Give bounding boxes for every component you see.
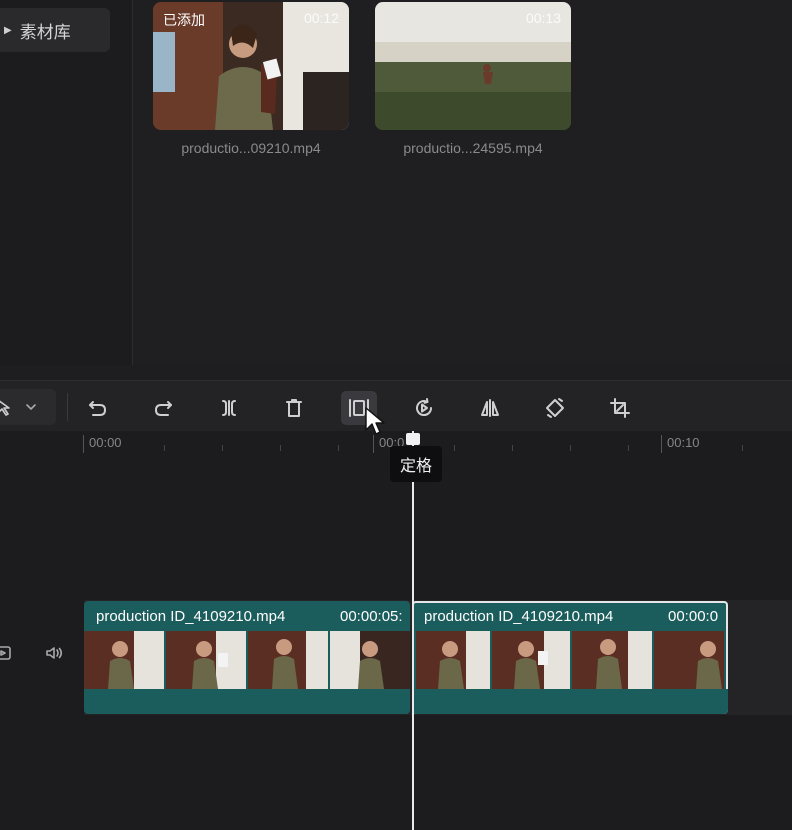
undo-icon <box>89 401 106 416</box>
freeze-frame-tooltip: 定格 <box>390 446 443 482</box>
media-filename: productio...09210.mp4 <box>181 140 321 156</box>
timeline-toolbar <box>0 380 792 431</box>
ruler-tick <box>280 445 281 451</box>
mouse-cursor-icon <box>364 406 386 441</box>
redo-button[interactable] <box>145 391 181 425</box>
track-cover-button[interactable] <box>0 643 14 663</box>
ruler-label: 00:10 <box>667 435 700 450</box>
ruler-tick <box>164 445 165 451</box>
clip-frames <box>412 631 728 689</box>
mirror-icon <box>481 399 499 417</box>
chevron-down-icon <box>26 404 36 411</box>
media-filename: productio...24595.mp4 <box>403 140 543 156</box>
split-icon <box>222 400 236 416</box>
rotate-button[interactable] <box>537 391 573 425</box>
sidebar-item-library[interactable]: ▶ 素材库 <box>0 8 110 52</box>
ruler-tick <box>628 445 629 451</box>
clip-duration: 00:00:05: <box>340 607 403 625</box>
media-card[interactable]: 已添加 00:12 productio...09210.mp4 <box>153 2 349 156</box>
rotate-icon <box>546 398 564 418</box>
toolbar-divider <box>67 393 68 421</box>
clip-title: production ID_4109210.mp4 <box>96 607 286 625</box>
track-mute-button[interactable] <box>44 643 64 663</box>
ruler-tick <box>222 445 223 451</box>
ruler-tick <box>512 445 513 451</box>
clip-audio-bar <box>412 689 728 714</box>
caret-right-icon: ▶ <box>4 24 12 36</box>
split-button[interactable] <box>211 391 247 425</box>
playhead-handle[interactable] <box>406 433 420 445</box>
media-thumbnail[interactable]: 已添加 00:12 <box>153 2 349 130</box>
speaker-icon <box>46 647 63 659</box>
trash-icon <box>286 399 302 417</box>
reverse-button[interactable] <box>406 391 442 425</box>
mirror-button[interactable] <box>472 391 508 425</box>
ruler-tick <box>454 445 455 451</box>
media-panel: ▶ 素材库 已添加 00:12 productio...09210.mp4 00… <box>0 0 792 365</box>
left-sidebar: ▶ 素材库 <box>0 0 133 365</box>
video-clip-selected[interactable]: production ID_4109210.mp4 00:00:0 <box>412 601 728 714</box>
video-clip[interactable]: production ID_4109210.mp4 00:00:05: <box>84 601 410 714</box>
media-card[interactable]: 00:13 productio...24595.mp4 <box>375 2 571 156</box>
reverse-play-icon <box>416 398 433 417</box>
media-thumbnail[interactable]: 00:13 <box>375 2 571 130</box>
clip-audio-bar <box>84 689 410 714</box>
playhead[interactable] <box>412 431 414 830</box>
crop-button[interactable] <box>602 391 638 425</box>
added-badge: 已添加 <box>163 12 205 28</box>
sidebar-item-label: 素材库 <box>19 22 71 42</box>
arrow-pointer-icon <box>0 400 10 416</box>
ruler-tick <box>83 435 84 453</box>
ruler-label: 00:00 <box>89 435 122 450</box>
cover-icon <box>0 646 11 660</box>
delete-button[interactable] <box>276 391 312 425</box>
ruler-tick <box>742 445 743 451</box>
track-controls <box>0 643 80 673</box>
clip-frames <box>84 631 410 689</box>
select-tool[interactable] <box>0 389 56 425</box>
crop-icon <box>610 398 630 418</box>
undo-button[interactable] <box>80 391 116 425</box>
media-duration: 00:13 <box>525 10 561 26</box>
ruler-tick <box>570 445 571 451</box>
clip-title: production ID_4109210.mp4 <box>424 607 614 625</box>
redo-icon <box>155 401 172 416</box>
timeline-panel: 00:00 00:0 00:10 production ID_4109210.m… <box>0 431 792 830</box>
ruler-tick <box>661 435 662 453</box>
clip-duration: 00:00:0 <box>668 607 719 625</box>
media-duration: 00:12 <box>303 10 339 26</box>
ruler-tick <box>338 445 339 451</box>
